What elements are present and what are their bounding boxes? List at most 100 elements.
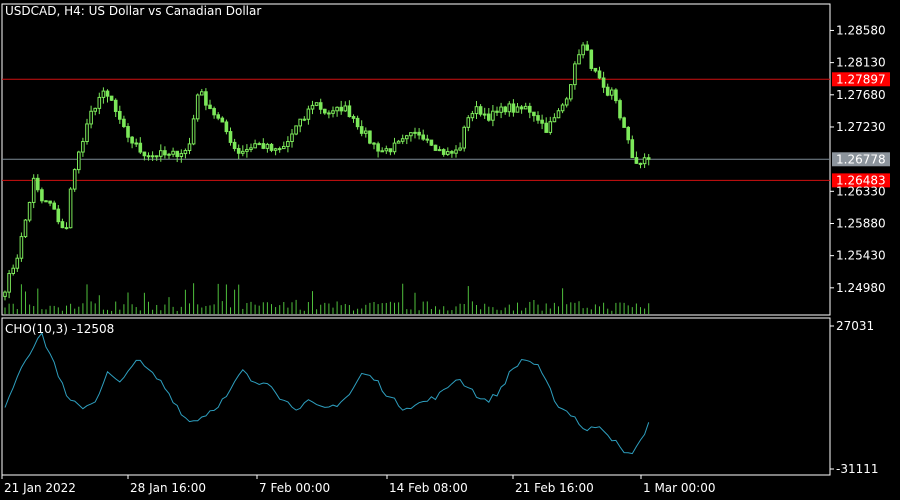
candle[interactable] [569,84,573,102]
candle[interactable] [515,103,520,113]
candle[interactable] [614,88,618,104]
candle[interactable] [610,87,614,100]
candle[interactable] [421,129,425,141]
candle[interactable] [351,114,356,123]
candle[interactable] [48,200,52,207]
candle[interactable] [245,144,249,158]
candle[interactable] [519,105,524,114]
candle[interactable] [77,150,81,174]
candle[interactable] [347,100,352,118]
candle[interactable] [36,174,40,193]
candle[interactable] [273,147,278,156]
candle[interactable] [286,136,290,153]
candle[interactable] [540,114,544,130]
candle[interactable] [491,105,495,127]
candle[interactable] [409,132,413,142]
candle[interactable] [249,143,253,153]
candle[interactable] [405,134,409,145]
candle[interactable] [52,200,57,210]
candle[interactable] [89,105,93,129]
candle[interactable] [290,129,294,148]
candle[interactable] [183,148,188,159]
candle[interactable] [109,95,114,101]
candle[interactable] [220,116,225,123]
candle[interactable] [195,93,200,122]
candle[interactable] [413,127,417,139]
candle[interactable] [560,103,565,114]
candle[interactable] [175,150,179,163]
candle[interactable] [27,201,32,223]
candle[interactable] [327,110,331,119]
candle[interactable] [126,123,130,143]
candle[interactable] [470,110,475,122]
candle[interactable] [187,137,192,155]
candle[interactable] [318,98,323,115]
candle[interactable] [154,155,159,161]
candle[interactable] [113,98,118,117]
candle[interactable] [507,101,512,117]
candle[interactable] [314,102,319,107]
candle[interactable] [499,102,503,119]
candle[interactable] [450,149,454,158]
candle[interactable] [3,290,7,301]
candle[interactable] [93,107,98,116]
candle[interactable] [163,146,167,159]
candle[interactable] [40,187,44,204]
candle[interactable] [31,174,36,209]
candle[interactable] [523,102,528,110]
candle[interactable] [474,101,479,120]
candle[interactable] [495,106,499,116]
candle[interactable] [355,115,360,130]
candle[interactable] [626,125,631,144]
candle[interactable] [64,222,69,230]
candle[interactable] [503,105,507,115]
price-chart[interactable]: 1.278971.264831.26778 1.28580 1.28130 1.27… [0,0,900,500]
candle[interactable] [294,125,298,136]
candle[interactable] [232,138,237,152]
candle[interactable] [167,152,171,159]
candle[interactable] [396,139,401,144]
candle[interactable] [368,130,372,145]
candle[interactable] [429,139,434,146]
candle[interactable] [56,205,61,225]
candle[interactable] [388,148,393,156]
candle[interactable] [171,147,175,158]
candle[interactable] [630,135,635,159]
candle[interactable] [335,106,339,117]
candle[interactable] [298,118,302,133]
horizontal-levels[interactable]: 1.278971.264831.26778 [2,72,890,188]
candle[interactable] [130,136,134,149]
candle[interactable] [577,49,581,65]
candle[interactable] [306,105,311,125]
candle[interactable] [446,147,450,156]
candle[interactable] [208,99,212,110]
candle[interactable] [204,88,208,111]
candle[interactable] [343,101,348,112]
candle[interactable] [564,96,569,108]
candle[interactable] [384,145,389,155]
candle[interactable] [634,151,639,164]
chart-root[interactable]: 1.27897 1.26483 1.26778 1.28580 1.28130 1.27… [0,0,900,500]
candle[interactable] [122,115,126,129]
candle[interactable] [544,117,549,133]
candle[interactable] [454,145,458,158]
candle[interactable] [7,269,11,299]
candle[interactable] [400,134,405,145]
candle[interactable] [97,92,102,115]
candle[interactable] [236,144,241,160]
candle[interactable] [265,142,270,153]
candle[interactable] [618,98,622,121]
candle[interactable] [585,40,590,51]
candle[interactable] [556,108,561,119]
candle[interactable] [466,115,471,132]
candle[interactable] [68,187,73,229]
candle[interactable] [528,102,532,119]
candle[interactable] [593,67,598,73]
candle[interactable] [482,107,487,119]
candle[interactable] [118,105,122,124]
candle[interactable] [437,146,442,152]
candle[interactable] [257,141,261,146]
candle[interactable] [601,71,606,93]
candle[interactable] [81,137,85,157]
candle[interactable] [15,254,20,272]
